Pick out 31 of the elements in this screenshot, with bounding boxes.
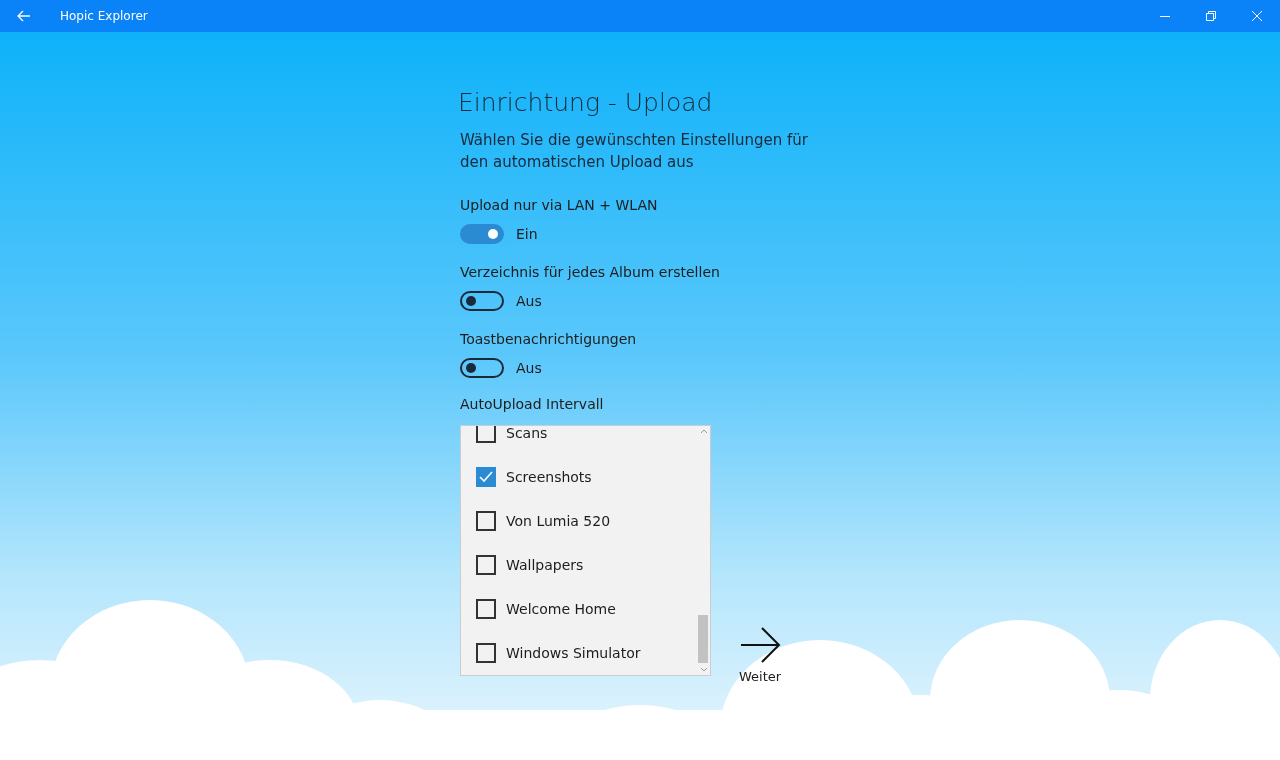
restore-icon[interactable]: [1206, 11, 1216, 21]
checkbox[interactable]: [476, 467, 496, 487]
toggle-switch[interactable]: [460, 291, 504, 311]
checkbox[interactable]: [476, 426, 496, 443]
toggle-state: Ein: [516, 226, 538, 242]
window-title: Hopic Explorer: [60, 9, 148, 23]
toggle-label: Upload nur via LAN + WLAN: [460, 197, 658, 213]
checkbox[interactable]: [476, 555, 496, 575]
scroll-down-icon[interactable]: [700, 665, 708, 673]
checkbox[interactable]: [476, 599, 496, 619]
toggle-switch[interactable]: [460, 224, 504, 244]
next-button[interactable]: Weiter: [739, 627, 782, 684]
list-item[interactable]: Scans: [461, 426, 697, 455]
list-item[interactable]: Welcome Home: [461, 587, 697, 631]
toggle-state: Aus: [516, 360, 542, 376]
toggle-label: Toastbenachrichtigungen: [460, 331, 637, 347]
page-subtitle: Wählen Sie die gewünschten Einstellungen für den automatischen Upload aus: [460, 130, 809, 173]
checkbox[interactable]: [476, 643, 496, 663]
checkbox[interactable]: [476, 511, 496, 531]
scroll-up-icon[interactable]: [700, 428, 708, 436]
close-icon[interactable]: [1252, 11, 1262, 21]
scrollbar-thumb[interactable]: [698, 615, 708, 663]
interval-label: AutoUpload Intervall: [460, 396, 604, 412]
list-item[interactable]: Screenshots: [461, 455, 697, 499]
list-item[interactable]: Windows Simulator: [461, 631, 697, 675]
list-item[interactable]: Wallpapers: [461, 543, 697, 587]
toggle-state: Aus: [516, 293, 542, 309]
toggle-label: Verzeichnis für jedes Album erstellen: [460, 264, 720, 280]
toggle-switch[interactable]: [460, 358, 504, 378]
page-heading: Einrichtung - Upload: [458, 88, 714, 117]
list-item[interactable]: Von Lumia 520: [461, 499, 697, 543]
